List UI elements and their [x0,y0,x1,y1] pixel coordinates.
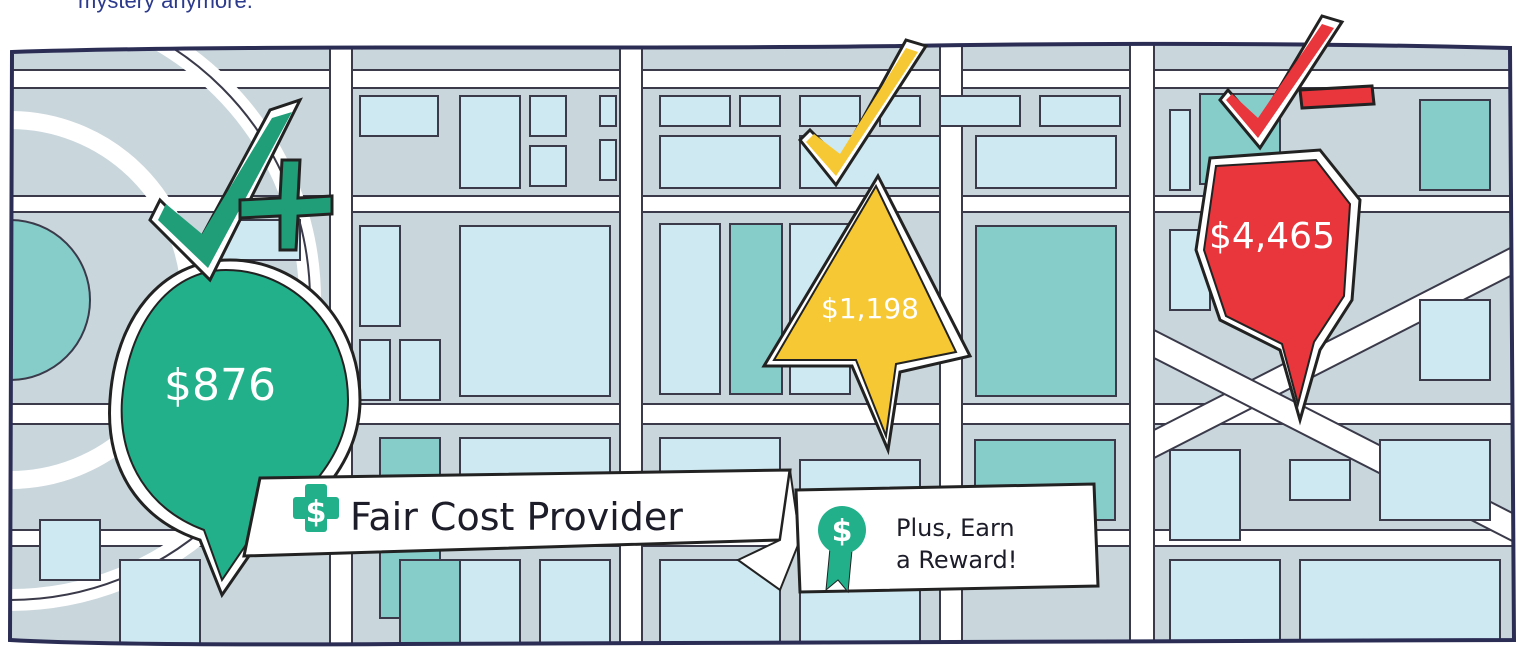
city-block [975,135,1117,189]
city-block [1379,439,1491,521]
fair-cost-label: Fair Cost Provider [350,495,683,539]
city-block [359,225,401,327]
pin-red-price: $4,465 [1209,216,1335,257]
city-block [1039,95,1121,127]
svg-text:$: $ [306,495,327,530]
city-block [119,559,201,645]
city-block [1169,449,1241,541]
city-block [599,139,617,181]
city-block [539,559,611,645]
city-block [1169,559,1281,645]
pin-yellow-price: $1,198 [821,292,919,325]
city-block [459,95,521,189]
pin-green-price: $876 [164,360,276,411]
map-illustration: $876 $1,198 $4,465 $ Fair Cost Provider … [7,14,1517,647]
svg-text:$: $ [832,514,853,549]
city-block [659,135,781,189]
reward-line-2: a Reward! [896,546,1017,574]
city-block [799,95,861,127]
city-block [459,225,611,397]
city-block [399,339,441,401]
city-block [599,95,617,127]
city-block [359,339,391,401]
city-block [1289,459,1351,501]
city-block [659,95,731,127]
city-block [1299,559,1501,645]
city-block [359,95,439,137]
city-block [659,223,721,395]
city-block [739,95,781,127]
city-block [939,95,1021,127]
city-block [529,95,567,137]
reward-ribbon[interactable]: $ Plus, Earn a Reward! [794,482,1100,594]
city-block [459,559,521,645]
city-block [529,145,567,187]
city-block [1419,299,1491,381]
reward-line-1: Plus, Earn [896,514,1015,542]
city-block [1169,109,1191,191]
city-block [39,519,101,581]
